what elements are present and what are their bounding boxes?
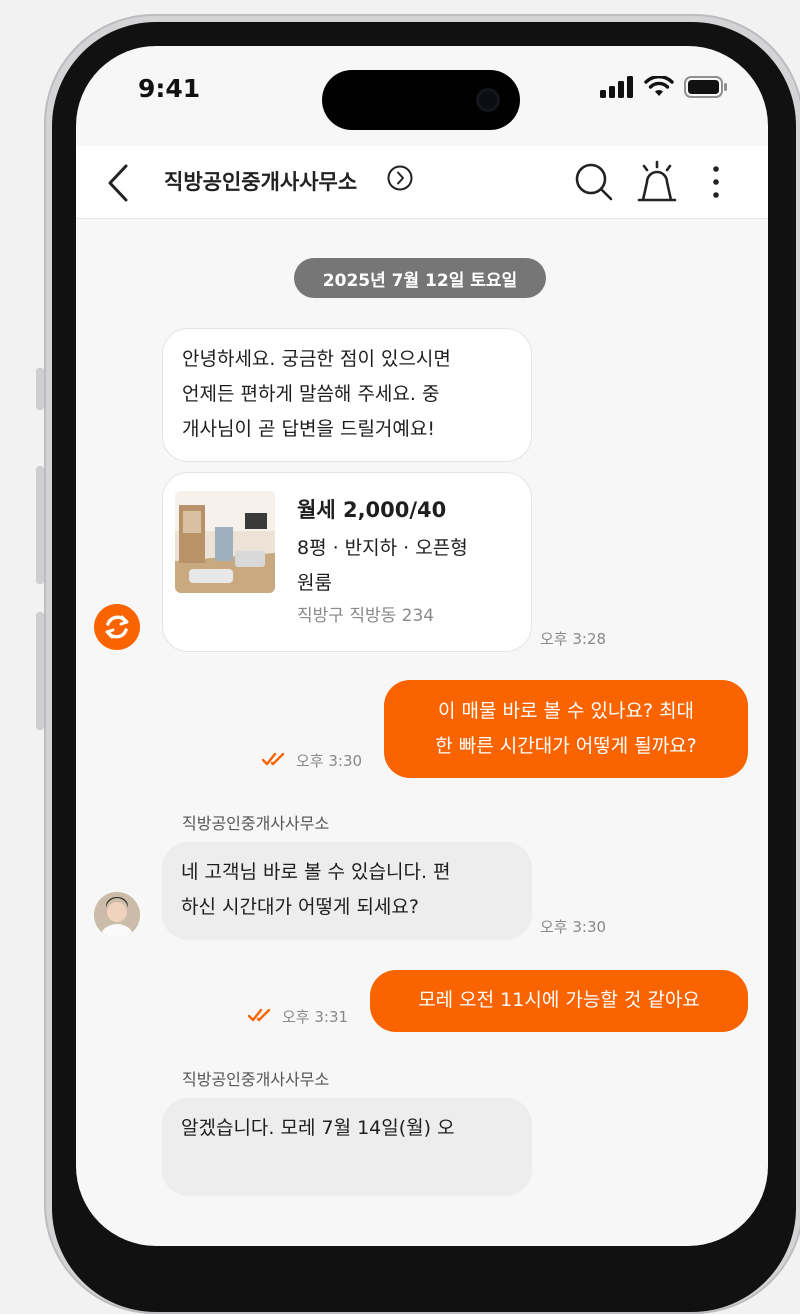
agency-avatar[interactable] — [94, 604, 140, 650]
listing-description: 8평 · 반지하 · 오픈형 원룸 — [297, 531, 517, 601]
battery-icon — [684, 76, 727, 98]
message-bubble-outgoing[interactable]: 이 매물 바로 볼 수 있나요? 최대 한 빠른 시간대가 어떻게 될까요? — [384, 680, 748, 778]
more-vertical-icon[interactable] — [706, 160, 726, 204]
phone-screen: 9:41 직방공인중개사사무소 2025년 7월 12일 토요일 안녕하세요. … — [76, 46, 768, 1246]
listing-thumbnail — [175, 491, 275, 593]
date-divider: 2025년 7월 12일 토요일 — [294, 258, 546, 298]
message-line: 안녕하세요. 궁금한 점이 있으시면 — [182, 348, 451, 370]
agent-avatar[interactable] — [94, 892, 140, 938]
message-time: 오후 3:30 — [540, 918, 607, 936]
listing-address: 직방구 직방동 234 — [297, 606, 435, 626]
listing-desc-line: 원룸 — [297, 572, 332, 594]
message-time: 오후 3:31 — [282, 1008, 349, 1026]
double-check-icon — [248, 1008, 271, 1022]
message-bubble-incoming[interactable]: 네 고객님 바로 볼 수 있습니다. 편 하신 시간대가 어떻게 되세요? — [162, 842, 532, 940]
search-icon[interactable] — [572, 160, 616, 204]
message-bubble-incoming[interactable]: 알겠습니다. 모레 7월 14일(월) 오 — [162, 1098, 532, 1196]
siren-icon[interactable] — [634, 160, 680, 204]
status-icons — [600, 76, 728, 98]
signal-icon — [600, 76, 633, 98]
volume-up-button — [36, 466, 44, 584]
back-button[interactable] — [100, 158, 140, 208]
message-bubble-outgoing[interactable]: 모레 오전 11시에 가능할 것 같아요 — [370, 970, 748, 1032]
status-time: 9:41 — [138, 74, 201, 103]
zigbang-logo-icon — [105, 615, 129, 639]
sender-name: 직방공인중개사사무소 — [182, 814, 330, 833]
message-time: 오후 3:30 — [296, 752, 363, 770]
message-line: 알겠습니다. 모레 7월 14일(월) 오 — [181, 1117, 455, 1139]
message-line: 모레 오전 11시에 가능할 것 같아요 — [418, 989, 700, 1011]
mute-switch — [36, 368, 44, 410]
chevron-left-icon — [108, 164, 128, 202]
volume-down-button — [36, 612, 44, 730]
wifi-icon — [644, 76, 674, 96]
message-line: 이 매물 바로 볼 수 있나요? 최대 — [437, 700, 695, 722]
listing-price: 월세 2,000/40 — [297, 498, 447, 522]
message-bubble-incoming[interactable]: 안녕하세요. 궁금한 점이 있으시면 언제든 편하게 말씀해 주세요. 중 개사… — [162, 328, 532, 462]
message-line: 네 고객님 바로 볼 수 있습니다. 편 — [181, 861, 451, 883]
message-line: 한 빠른 시간대가 어떻게 될까요? — [435, 735, 697, 757]
message-line: 하신 시간대가 어떻게 되세요? — [181, 896, 419, 918]
chevron-right-circle-icon[interactable] — [386, 164, 414, 192]
message-line: 언제든 편하게 말씀해 주세요. 중 — [182, 383, 440, 405]
listing-desc-line: 8평 · 반지하 · 오픈형 — [297, 537, 468, 559]
double-check-icon — [262, 752, 285, 766]
chat-title[interactable]: 직방공인중개사사무소 — [164, 166, 357, 196]
message-line: 개사님이 곧 답변을 드릴거예요! — [182, 418, 435, 440]
listing-card[interactable]: 월세 2,000/40 8평 · 반지하 · 오픈형 원룸 직방구 직방동 23… — [162, 472, 532, 652]
message-time: 오후 3:28 — [540, 630, 607, 648]
chat-header: 직방공인중개사사무소 — [76, 146, 768, 219]
dynamic-island — [322, 70, 520, 130]
sender-name: 직방공인중개사사무소 — [182, 1070, 330, 1089]
